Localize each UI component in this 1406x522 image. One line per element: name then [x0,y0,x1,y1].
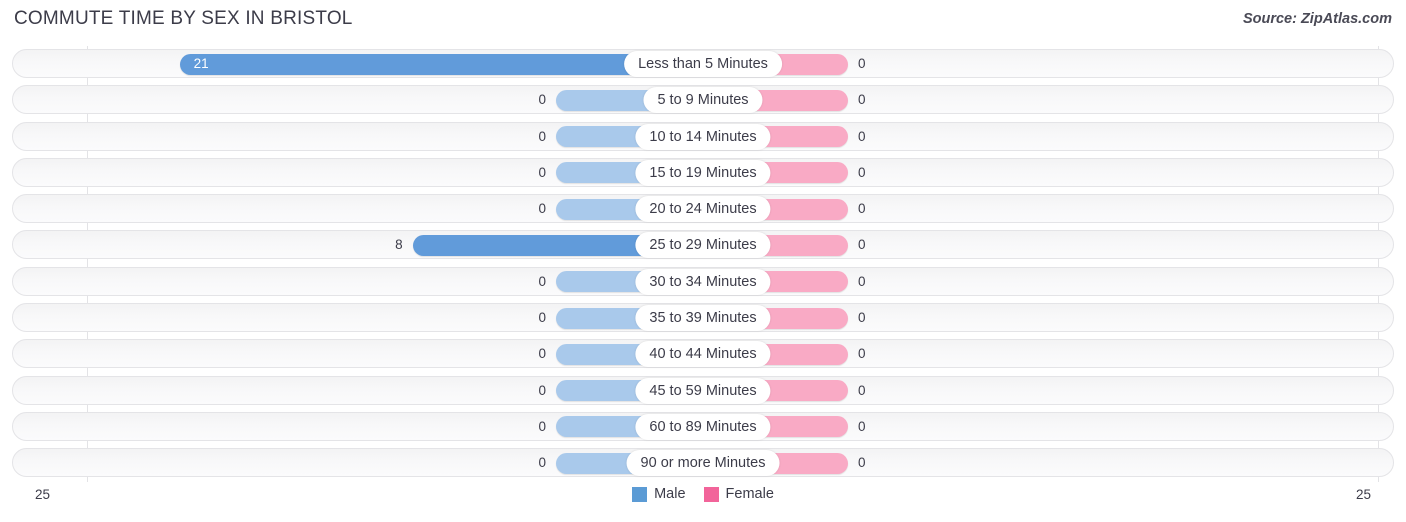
value-label-male: 0 [538,310,546,326]
value-label-male: 0 [538,164,546,180]
value-label-male: 0 [538,92,546,108]
legend-swatch-icon [632,486,648,502]
legend-item[interactable]: Female [703,486,774,502]
value-label-male: 0 [538,201,546,217]
value-label-female: 0 [858,418,866,434]
value-label-female: 0 [858,382,866,398]
bar-row: 0 0 60 to 89 Minutes [0,409,1406,445]
category-label: 20 to 24 Minutes [635,196,771,223]
value-label-female: 0 [858,455,866,471]
chart-legend: Male Female [0,486,1406,502]
value-label-male: 21 [193,56,209,71]
legend-item[interactable]: Male [632,486,686,502]
legend-label: Male [654,486,686,502]
bar-row: 0 0 30 to 34 Minutes [0,264,1406,300]
value-label-female: 0 [858,201,866,217]
category-label: 15 to 19 Minutes [635,159,771,186]
page-title: COMMUTE TIME BY SEX IN BRISTOL [14,8,353,29]
value-label-male: 0 [538,346,546,362]
bar-row: 21 0 Less than 5 Minutes [0,46,1406,82]
value-label-female: 0 [858,128,866,144]
value-label-female: 0 [858,310,866,326]
category-label: 5 to 9 Minutes [643,87,763,114]
legend-label: Female [725,486,774,502]
value-label-female: 0 [858,164,866,180]
value-label-male: 0 [538,273,546,289]
category-label: 10 to 14 Minutes [635,123,771,150]
bar-row: 0 0 20 to 24 Minutes [0,191,1406,227]
bar-row: 0 0 90 or more Minutes [0,445,1406,481]
chart-footer: 25 25 Male Female [0,482,1406,522]
category-label: 30 to 34 Minutes [635,268,771,295]
bar-row: 0 0 5 to 9 Minutes [0,82,1406,118]
value-label-male: 8 [395,237,403,253]
value-label-male: 0 [538,382,546,398]
bar-rows-container: 21 0 Less than 5 Minutes 0 0 5 to 9 Minutes 0 0… [0,46,1406,482]
bar-row: 0 0 40 to 44 Minutes [0,336,1406,372]
chart-header: COMMUTE TIME BY SEX IN BRISTOL Source: Z… [0,0,1406,40]
bar-row: 8 0 25 to 29 Minutes [0,227,1406,263]
category-label: 40 to 44 Minutes [635,341,771,368]
value-label-female: 0 [858,237,866,253]
chart-plot-area: 21 0 Less than 5 Minutes 0 0 5 to 9 Minutes 0 0… [0,46,1406,482]
value-label-male: 0 [538,455,546,471]
category-label: 35 to 39 Minutes [635,305,771,332]
category-label: 90 or more Minutes [626,450,780,477]
source-attribution: Source: ZipAtlas.com [1242,11,1392,27]
value-label-female: 0 [858,92,866,108]
bar-row: 0 0 10 to 14 Minutes [0,119,1406,155]
value-label-female: 0 [858,273,866,289]
category-label: 45 to 59 Minutes [635,377,771,404]
legend-swatch-icon [703,486,719,502]
category-label: 60 to 89 Minutes [635,413,771,440]
category-label: 25 to 29 Minutes [635,232,771,259]
bar-row: 0 0 45 to 59 Minutes [0,373,1406,409]
value-label-male: 0 [538,128,546,144]
category-label: Less than 5 Minutes [624,51,782,77]
bar-row: 0 0 35 to 39 Minutes [0,300,1406,336]
value-label-female: 0 [858,346,866,362]
bar-row: 0 0 15 to 19 Minutes [0,155,1406,191]
value-label-female: 0 [858,56,866,71]
value-label-male: 0 [538,418,546,434]
